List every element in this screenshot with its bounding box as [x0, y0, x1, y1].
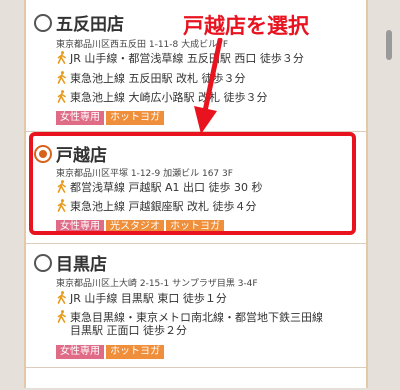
tag-women-only: 女性専用: [56, 111, 104, 125]
tag-hot-yoga: ホットヨガ: [106, 345, 164, 359]
walking-person-icon: [56, 51, 68, 64]
walking-person-icon: [56, 291, 68, 304]
access-line: 東急目黒線・東京メトロ南北線・都営地下鉄三田線: [56, 310, 323, 325]
annotation-arrow-icon: [194, 38, 223, 134]
store-name-gotanda[interactable]: 五反田店: [56, 10, 124, 35]
tag-women-only: 女性専用: [56, 345, 104, 359]
tag-hot-yoga: ホットヨガ: [106, 111, 164, 125]
access-line: 東急池上線 大崎広小路駅 改札 徒歩３分: [56, 90, 268, 105]
store-name-meguro[interactable]: 目黒店: [56, 250, 107, 275]
annotation-label: 戸越店を選択: [183, 14, 309, 38]
store-tags-gotanda: 女性専用 ホットヨガ: [56, 111, 164, 125]
selection-highlight-box: [29, 132, 356, 235]
walking-person-icon: [56, 90, 68, 103]
store-tags-meguro: 女性専用 ホットヨガ: [56, 345, 164, 359]
store-radio-meguro[interactable]: [34, 254, 52, 272]
store-radio-gotanda[interactable]: [34, 14, 52, 32]
access-line: JR 山手線 目黒駅 東口 徒歩１分: [56, 291, 227, 306]
access-line: JR 山手線・都営浅草線 五反田駅 西口 徒歩３分: [56, 51, 304, 66]
divider: [26, 243, 366, 244]
walking-person-icon: [56, 71, 68, 84]
access-line-continued: 目黒駅 正面口 徒歩２分: [70, 324, 187, 337]
store-address-meguro: 東京都品川区上大崎 2-15-1 サンプラザ目黒 3-4F: [56, 279, 258, 289]
walking-person-icon: [56, 310, 68, 323]
scrollbar[interactable]: [386, 30, 392, 60]
divider: [26, 367, 366, 368]
